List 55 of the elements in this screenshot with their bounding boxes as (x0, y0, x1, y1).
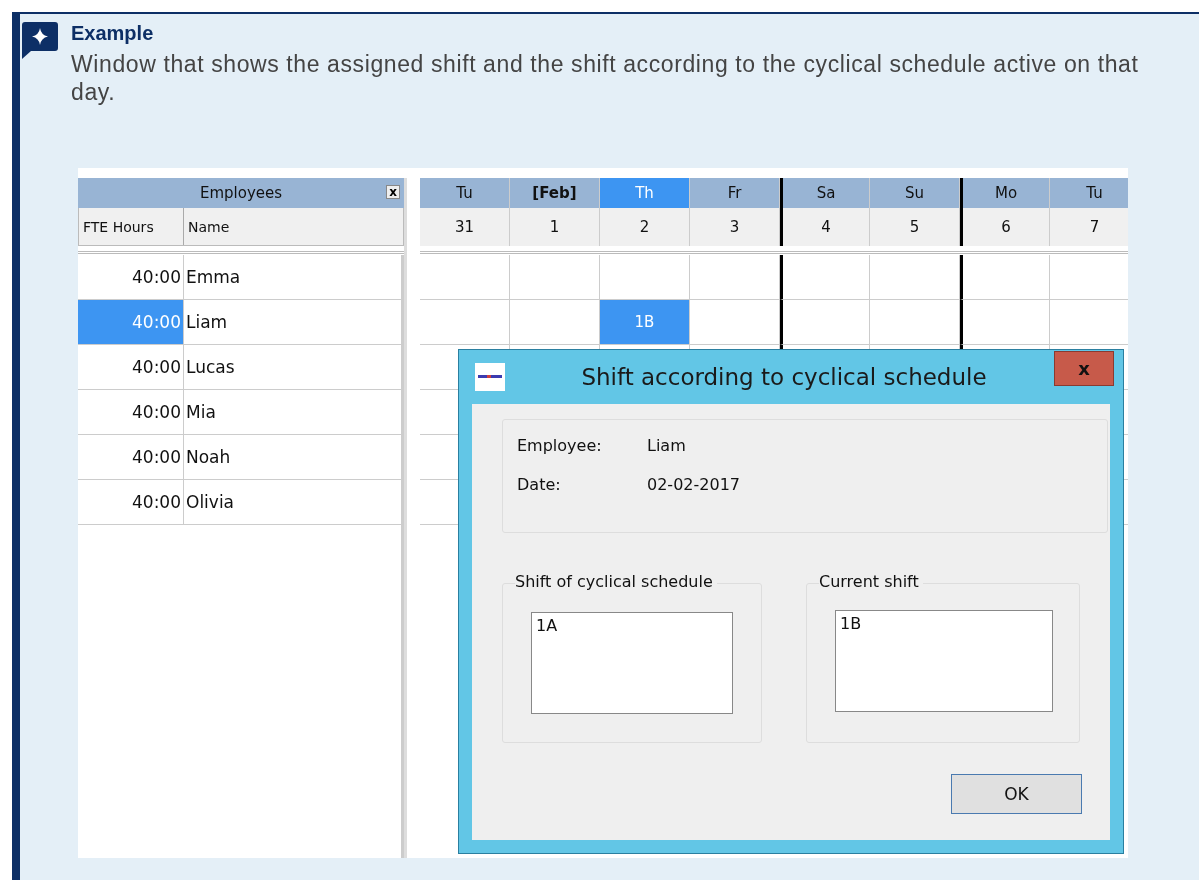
date-header[interactable]: 4 (780, 208, 870, 246)
day-cell[interactable] (780, 300, 870, 345)
shift-text-box[interactable]: 1A (531, 612, 733, 714)
weekday-header[interactable]: Tu (420, 178, 510, 208)
column-header[interactable]: FTE Hours (79, 208, 184, 245)
callout-title: Example (71, 22, 155, 45)
sparkle-icon (22, 22, 58, 60)
app-logo-icon (475, 363, 505, 391)
name-cell[interactable]: Emma (184, 255, 241, 299)
day-cell[interactable] (870, 255, 960, 300)
date-header[interactable]: 1 (510, 208, 600, 246)
date-header[interactable]: 5 (870, 208, 960, 246)
day-cell[interactable] (780, 255, 870, 300)
dialog-title: Shift according to cyclical schedule (580, 364, 988, 390)
day-cell[interactable] (960, 300, 1050, 345)
group-label: Shift of cyclical schedule (515, 572, 717, 591)
name-cell[interactable]: Liam (184, 300, 228, 344)
hours-cell[interactable]: 40:00 (78, 255, 184, 299)
day-cell[interactable] (420, 255, 510, 300)
weekday-header[interactable]: Sa (780, 178, 870, 208)
panel-title-text: Employees (199, 184, 283, 202)
weekday-header[interactable]: [Feb] (510, 178, 600, 208)
name-cell[interactable]: Mia (184, 390, 216, 434)
weekday-header[interactable]: Tu (1050, 178, 1128, 208)
close-button[interactable]: x (1054, 351, 1114, 386)
weekday-header[interactable]: Su (870, 178, 960, 208)
day-cell[interactable] (510, 255, 600, 300)
name-cell[interactable]: Lucas (184, 345, 235, 389)
weekday-header[interactable]: Mo (960, 178, 1050, 208)
name-cell[interactable]: Olivia (184, 480, 235, 524)
hours-cell[interactable]: 40:00 (78, 480, 184, 524)
hours-cell[interactable]: 40:00 (78, 390, 184, 434)
weekday-header[interactable]: Fr (690, 178, 780, 208)
date-header[interactable]: 6 (960, 208, 1050, 246)
day-cell[interactable] (690, 255, 780, 300)
date-header[interactable]: 31 (420, 208, 510, 246)
date-header[interactable]: 7 (1050, 208, 1128, 246)
date-header[interactable]: 2 (600, 208, 690, 246)
shift-text-box[interactable]: 1B (835, 610, 1053, 712)
field-label: Employee: (517, 436, 603, 455)
ok-button[interactable]: OK (951, 774, 1082, 814)
date-header[interactable]: 3 (690, 208, 780, 246)
field-value: Liam (647, 436, 687, 455)
name-cell[interactable]: Noah (184, 435, 231, 479)
callout-text: Window that shows the assigned shift and the shift according to the cyclical schedule active on that day. (71, 50, 1140, 106)
hours-cell[interactable]: 40:00 (78, 345, 184, 389)
day-cell[interactable] (690, 300, 780, 345)
day-cell[interactable] (420, 300, 510, 345)
day-cell[interactable] (960, 255, 1050, 300)
hours-cell[interactable]: 40:00 (78, 435, 184, 479)
field-value: 02-02-2017 (647, 475, 741, 494)
close-button[interactable]: x (386, 185, 400, 199)
day-cell[interactable] (870, 300, 960, 345)
field-label: Date: (517, 475, 562, 494)
column-header[interactable]: Name (184, 208, 403, 245)
